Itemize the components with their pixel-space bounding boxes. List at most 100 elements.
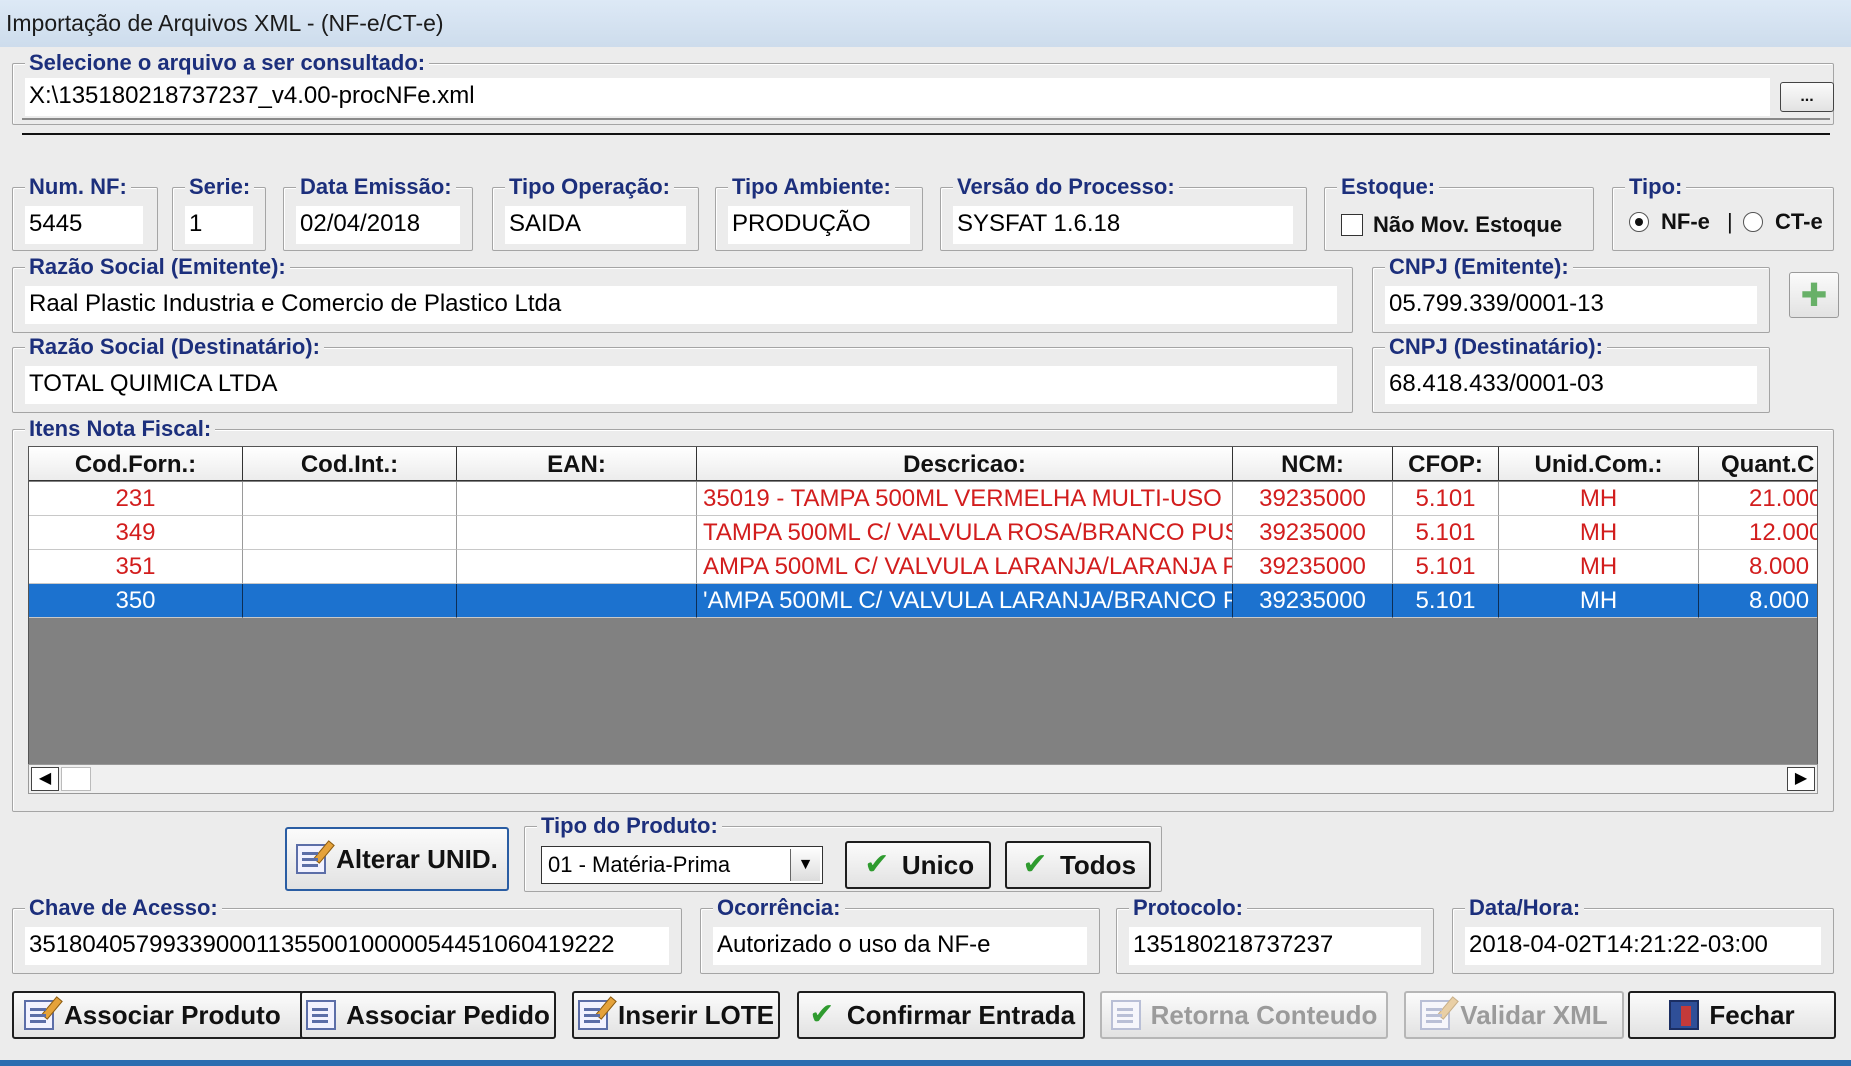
cell-quant: 12.000 (1699, 516, 1817, 550)
document-icon (306, 1000, 337, 1030)
cell-cod-forn: 351 (29, 550, 243, 584)
col-cfop[interactable]: CFOP: (1393, 447, 1499, 481)
check-icon: ✔ (809, 998, 835, 1031)
tipo-operacao-field[interactable]: SAIDA (505, 206, 686, 244)
col-quant[interactable]: Quant.C (1699, 447, 1817, 481)
dropdown-arrow-icon[interactable]: ▼ (790, 849, 820, 881)
edit-note-icon (296, 840, 335, 874)
ocorrencia-legend: Ocorrência: (713, 895, 845, 921)
alterar-unid-button[interactable]: Alterar UNID. (285, 827, 509, 891)
cell-quant: 8.000 (1699, 584, 1817, 618)
serie-group: Serie: 1 (172, 174, 266, 251)
cell-ean (457, 550, 697, 584)
col-cod-forn[interactable]: Cod.Forn.: (29, 447, 243, 481)
cnpj-emitente-field[interactable]: 05.799.339/0001-13 (1385, 286, 1757, 324)
file-select-legend: Selecione o arquivo a ser consultado: (25, 50, 430, 76)
razao-emitente-field[interactable]: Raal Plastic Industria e Comercio de Pla… (25, 286, 1337, 324)
col-cod-int[interactable]: Cod.Int.: (243, 447, 457, 481)
browse-button-label: ... (1800, 88, 1814, 105)
cell-cod-int (243, 550, 457, 584)
chave-acesso-group: Chave de Acesso: 35180405799339000113550… (12, 895, 682, 974)
data-hora-field[interactable]: 2018-04-02T14:21:22-03:00 (1465, 927, 1821, 965)
cell-ean (457, 584, 697, 618)
file-path-field[interactable]: X:\135180218737237_v4.00-procNFe.xml (25, 78, 1770, 116)
data-emissao-field[interactable]: 02/04/2018 (296, 206, 460, 244)
ocorrencia-field[interactable]: Autorizado o uso da NF-e (713, 927, 1087, 965)
confirmar-entrada-button[interactable]: ✔ Confirmar Entrada (797, 991, 1085, 1039)
tipo-cte-label: CT-e (1775, 209, 1823, 234)
estoque-group: Estoque: Não Mov. Estoque (1324, 174, 1594, 251)
check-icon: ✔ (1022, 848, 1048, 881)
exit-door-icon (1669, 1000, 1700, 1030)
tipo-nfe-radio[interactable] (1629, 212, 1649, 232)
retorna-conteudo-button[interactable]: Retorna Conteudo (1100, 991, 1388, 1039)
associar-produto-button[interactable]: Associar Produto (12, 991, 304, 1039)
razao-emitente-legend: Razão Social (Emitente): (25, 254, 290, 280)
tipo-ambiente-field[interactable]: PRODUÇÃO (728, 206, 910, 244)
unico-button[interactable]: ✔ Unico (845, 841, 991, 889)
tipo-operacao-legend: Tipo Operação: (505, 174, 674, 200)
table-row-selected[interactable]: 350 'AMPA 500ML C/ VALVULA LARANJA/BRANC… (29, 584, 1817, 618)
inserir-lote-button[interactable]: Inserir LOTE (572, 991, 780, 1039)
associar-produto-label: Associar Produto (64, 999, 281, 1030)
scroll-right-icon[interactable]: ▶ (1787, 767, 1815, 791)
cell-ncm: 39235000 (1233, 482, 1393, 516)
data-emissao-group: Data Emissão: 02/04/2018 (283, 174, 473, 251)
razao-emitente-group: Razão Social (Emitente): Raal Plastic In… (12, 254, 1353, 333)
num-nf-group: Num. NF: 5445 (12, 174, 158, 251)
window-title: Importação de Arquivos XML - (NF-e/CT-e) (0, 0, 1851, 47)
col-ncm[interactable]: NCM: (1233, 447, 1393, 481)
cell-cfop: 5.101 (1393, 550, 1499, 584)
validar-xml-label: Validar XML (1460, 999, 1608, 1030)
cell-ncm: 39235000 (1233, 584, 1393, 618)
edit-note-icon (577, 996, 617, 1030)
document-icon (1110, 1000, 1141, 1030)
cell-descricao: 'AMPA 500ML C/ VALVULA LARANJA/BRANCO P (697, 584, 1233, 618)
itens-grid[interactable]: Cod.Forn.: Cod.Int.: EAN: Descricao: NCM… (28, 446, 1818, 766)
alterar-unid-label: Alterar UNID. (336, 843, 498, 874)
fechar-button[interactable]: Fechar (1628, 991, 1836, 1039)
validar-xml-button[interactable]: Validar XML (1404, 991, 1624, 1039)
tipo-nfe-label: NF-e (1661, 209, 1710, 234)
tipo-cte-radio[interactable] (1743, 212, 1763, 232)
razao-destinatario-field[interactable]: TOTAL QUIMICA LTDA (25, 366, 1337, 404)
edit-note-icon (1420, 996, 1460, 1030)
chave-acesso-legend: Chave de Acesso: (25, 895, 222, 921)
cnpj-destinatario-field[interactable]: 68.418.433/0001-03 (1385, 366, 1757, 404)
num-nf-field[interactable]: 5445 (25, 206, 143, 244)
serie-field[interactable]: 1 (185, 206, 253, 244)
razao-destinatario-group: Razão Social (Destinatário): TOTAL QUIMI… (12, 334, 1353, 413)
associar-pedido-label: Associar Pedido (346, 999, 550, 1030)
associar-pedido-button[interactable]: Associar Pedido (300, 991, 556, 1039)
nao-mov-estoque-checkbox[interactable] (1341, 214, 1363, 236)
scroll-left-icon[interactable]: ◀ (31, 767, 59, 791)
versao-processo-group: Versão do Processo: SYSFAT 1.6.18 (940, 174, 1307, 251)
ocorrencia-group: Ocorrência: Autorizado o uso da NF-e (700, 895, 1100, 974)
browse-button[interactable]: ... (1780, 82, 1834, 112)
table-row[interactable]: 231 35019 - TAMPA 500ML VERMELHA MULTI-U… (29, 482, 1817, 516)
todos-label: Todos (1059, 849, 1137, 880)
col-descricao[interactable]: Descricao: (697, 447, 1233, 481)
tipo-produto-value: 01 - Matéria-Prima (548, 852, 731, 877)
tipo-produto-select[interactable]: 01 - Matéria-Prima ▼ (541, 846, 823, 884)
col-ean[interactable]: EAN: (457, 447, 697, 481)
razao-destinatario-legend: Razão Social (Destinatário): (25, 334, 324, 360)
todos-button[interactable]: ✔ Todos (1005, 841, 1151, 889)
check-icon: ✔ (864, 848, 890, 881)
cell-cod-forn: 349 (29, 516, 243, 550)
versao-processo-field[interactable]: SYSFAT 1.6.18 (953, 206, 1293, 244)
cell-ean (457, 482, 697, 516)
horizontal-scrollbar[interactable]: ◀ ▶ (28, 764, 1818, 794)
add-cnpj-button[interactable]: ✚ (1789, 272, 1839, 318)
cell-unid-com: MH (1499, 550, 1699, 584)
protocolo-legend: Protocolo: (1129, 895, 1247, 921)
grid-header: Cod.Forn.: Cod.Int.: EAN: Descricao: NCM… (29, 447, 1817, 481)
tipo-operacao-group: Tipo Operação: SAIDA (492, 174, 699, 251)
col-unid-com[interactable]: Unid.Com.: (1499, 447, 1699, 481)
scroll-thumb[interactable] (61, 767, 91, 791)
table-row[interactable]: 351 AMPA 500ML C/ VALVULA LARANJA/LARANJ… (29, 550, 1817, 584)
table-row[interactable]: 349 TAMPA 500ML C/ VALVULA ROSA/BRANCO P… (29, 516, 1817, 550)
cell-descricao: TAMPA 500ML C/ VALVULA ROSA/BRANCO PUS (697, 516, 1233, 550)
protocolo-field[interactable]: 135180218737237 (1129, 927, 1421, 965)
chave-acesso-field[interactable]: 3518040579933900011355001000005445106041… (25, 927, 669, 965)
